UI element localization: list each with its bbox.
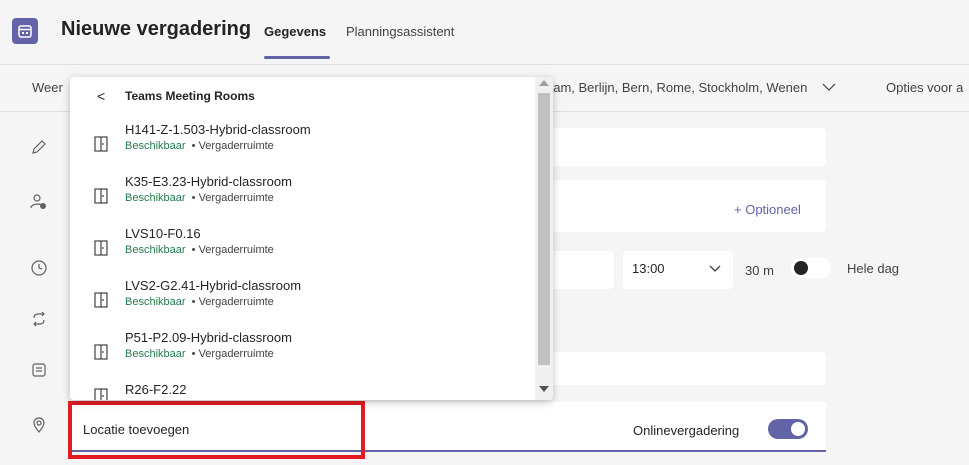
room-status: Beschikbaar • Vergaderruimte bbox=[125, 192, 274, 204]
tab-gegevens[interactable]: Gegevens bbox=[264, 24, 326, 39]
room-type: • Vergaderruimte bbox=[191, 244, 274, 256]
room-name: LVS2-G2.41-Hybrid-classroom bbox=[125, 278, 302, 293]
page-title: Nieuwe vergadering bbox=[61, 18, 252, 40]
status-available: Beschikbaar bbox=[125, 192, 186, 204]
room-type: • Vergaderruimte bbox=[191, 192, 274, 204]
meeting-options-link[interactable]: Opties voor a bbox=[886, 80, 963, 95]
tab-planningsassistent[interactable]: Planningsassistent bbox=[346, 24, 454, 39]
room-option[interactable]: P51-P2.09-Hybrid-classroom Beschikbaar •… bbox=[70, 330, 535, 382]
repeat-icon bbox=[33, 311, 45, 327]
channel-field[interactable] bbox=[540, 352, 826, 385]
scrollbar-thumb[interactable] bbox=[538, 93, 550, 365]
room-name: R26-F2.22 bbox=[125, 382, 187, 397]
back-button[interactable]: < bbox=[97, 88, 105, 104]
start-time-value: 13:00 bbox=[632, 261, 665, 276]
chevron-down-icon[interactable] bbox=[822, 83, 836, 91]
status-available: Beschikbaar bbox=[125, 140, 186, 152]
active-tab-indicator bbox=[264, 56, 330, 59]
room-option[interactable]: R26-F2.22 bbox=[70, 382, 535, 400]
room-name: P51-P2.09-Hybrid-classroom bbox=[125, 330, 292, 345]
status-available: Beschikbaar bbox=[125, 296, 186, 308]
room-option[interactable]: K35-E3.23-Hybrid-classroom Beschikbaar •… bbox=[70, 174, 535, 226]
door-icon bbox=[94, 136, 108, 152]
online-meeting-toggle[interactable] bbox=[768, 419, 808, 439]
room-type: • Vergaderruimte bbox=[191, 296, 274, 308]
room-type: • Vergaderruimte bbox=[191, 348, 274, 360]
door-icon bbox=[94, 344, 108, 360]
calendar-icon bbox=[12, 18, 38, 44]
clock-icon bbox=[31, 260, 47, 276]
optional-attendees-link[interactable]: + Optioneel bbox=[734, 202, 801, 217]
door-icon bbox=[94, 188, 108, 204]
room-type: • Vergaderruimte bbox=[191, 140, 274, 152]
pencil-icon bbox=[32, 140, 46, 154]
title-field[interactable] bbox=[540, 128, 826, 166]
room-name: LVS10-F0.16 bbox=[125, 226, 201, 241]
toggle-knob bbox=[791, 422, 805, 436]
door-icon bbox=[94, 240, 108, 256]
header: Nieuwe vergadering Gegevens Planningsass… bbox=[0, 0, 969, 63]
online-meeting-label: Onlinevergadering bbox=[633, 423, 740, 438]
all-day-toggle[interactable] bbox=[791, 258, 831, 278]
door-icon bbox=[94, 292, 108, 308]
status-available: Beschikbaar bbox=[125, 244, 186, 256]
toggle-knob bbox=[794, 261, 808, 275]
room-option[interactable]: H141-Z-1.503-Hybrid-classroom Beschikbaa… bbox=[70, 122, 535, 174]
scroll-up-arrow-icon[interactable] bbox=[539, 80, 549, 86]
chevron-down-icon[interactable] bbox=[709, 265, 721, 272]
room-status: Beschikbaar • Vergaderruimte bbox=[125, 244, 274, 256]
scroll-down-arrow-icon[interactable] bbox=[539, 386, 549, 392]
timezone-left-label: Weer bbox=[32, 80, 63, 95]
add-attendee-icon bbox=[30, 194, 46, 209]
rooms-dropdown: < Teams Meeting Rooms H141-Z-1.503-Hybri… bbox=[70, 77, 553, 400]
timezone-selector[interactable]: dam, Berlijn, Bern, Rome, Stockholm, Wen… bbox=[546, 80, 807, 95]
location-icon bbox=[33, 417, 45, 433]
room-option[interactable]: LVS2-G2.41-Hybrid-classroom Beschikbaar … bbox=[70, 278, 535, 330]
all-day-label: Hele dag bbox=[847, 261, 900, 276]
room-status: Beschikbaar • Vergaderruimte bbox=[125, 348, 274, 360]
room-name: K35-E3.23-Hybrid-classroom bbox=[125, 174, 292, 189]
channel-icon bbox=[32, 363, 46, 377]
duration-label: 30 m bbox=[745, 263, 774, 278]
dropdown-header: Teams Meeting Rooms bbox=[125, 89, 255, 103]
room-option[interactable]: LVS10-F0.16 Beschikbaar • Vergaderruimte bbox=[70, 226, 535, 278]
highlight-box bbox=[68, 401, 365, 459]
status-available: Beschikbaar bbox=[125, 348, 186, 360]
room-status: Beschikbaar • Vergaderruimte bbox=[125, 140, 274, 152]
room-name: H141-Z-1.503-Hybrid-classroom bbox=[125, 122, 311, 137]
door-icon bbox=[94, 388, 108, 400]
room-status: Beschikbaar • Vergaderruimte bbox=[125, 296, 274, 308]
dropdown-scrollbar[interactable] bbox=[535, 77, 553, 400]
